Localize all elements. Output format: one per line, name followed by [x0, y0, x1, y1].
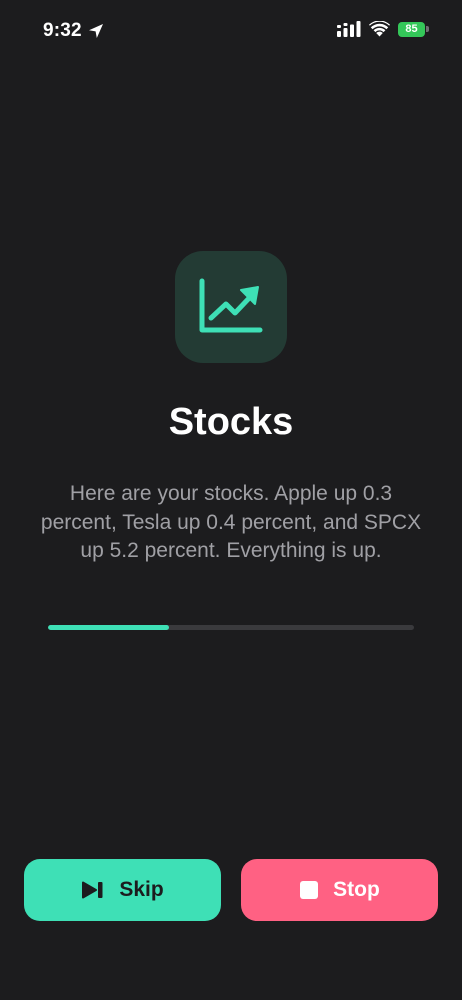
status-indicators: 85 [337, 21, 429, 37]
cellular-signal-icon [337, 21, 361, 37]
status-bar: 9:32 85 [0, 0, 462, 62]
skip-button-label: Skip [119, 878, 164, 901]
status-time-group: 9:32 [43, 20, 104, 42]
status-time: 9:32 [43, 20, 82, 41]
stop-button-label: Stop [333, 878, 380, 901]
wifi-icon [369, 21, 390, 37]
screen: 9:32 85 Stocks Here are your stocks. App… [0, 0, 462, 1000]
stop-square-icon [300, 881, 319, 899]
page-title: Stocks [168, 401, 294, 443]
playback-progress-bar [48, 625, 414, 630]
spoken-message: Here are your stocks. Apple up 0.3 perce… [40, 482, 422, 562]
stop-button[interactable]: Stop [241, 859, 438, 921]
playback-progress-fill [48, 625, 169, 630]
skip-forward-icon [82, 881, 103, 899]
location-arrow-icon [88, 23, 104, 39]
stock-chart-icon [199, 278, 263, 333]
battery-icon: 85 [398, 21, 429, 37]
stocks-app-icon [175, 251, 287, 363]
battery-level: 85 [398, 21, 425, 37]
battery-tip [426, 26, 429, 32]
skip-button[interactable]: Skip [24, 859, 221, 921]
